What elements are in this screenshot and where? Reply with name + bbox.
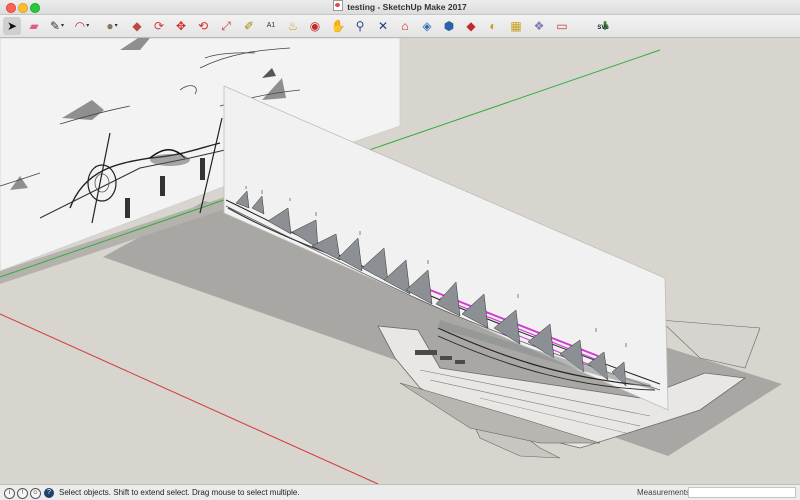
orbit-icon: ◉ — [309, 19, 321, 33]
model-scene[interactable] — [0, 38, 800, 484]
rotate-tool-button[interactable]: ⟲ — [194, 17, 212, 35]
document-icon — [333, 0, 344, 11]
line-tool-button[interactable]: ✎ ▾ — [48, 17, 66, 35]
geo-location-icon[interactable]: i — [4, 488, 15, 499]
push-pull-icon: ◆ — [132, 19, 142, 33]
measurements-input[interactable] — [688, 487, 796, 498]
tape-measure-tool-button[interactable]: ✐ — [240, 17, 258, 35]
offset-tool-button[interactable]: ⟳ — [150, 17, 168, 35]
circle-shape-icon: ● — [106, 19, 114, 33]
status-bar: i ! ☺ ? Select objects. Shift to extend … — [0, 484, 800, 500]
arc-tool-button[interactable]: ◠ ▾ — [73, 17, 91, 35]
sv6-label: SV6 — [597, 25, 609, 31]
pencil-icon: ✎ — [49, 19, 61, 33]
extension-warehouse-icon: ◆ — [466, 19, 476, 33]
eraser-tool-button[interactable]: ▰ — [25, 17, 43, 35]
get-models-button[interactable]: ⬢ — [440, 17, 458, 35]
zoom-extents-icon: ✕ — [377, 19, 389, 33]
hand-pan-icon: ✋ — [330, 19, 346, 33]
red-axis-line — [0, 313, 379, 484]
eraser-icon: ▰ — [29, 19, 39, 33]
sketchup-window: testing - SketchUp Make 2017 ➤ ▰ ✎ ▾ ◠ ▾ ● ▾ ◆ ⟳ ✥… — [0, 0, 800, 500]
arrow-cursor-icon: ➤ — [6, 19, 18, 33]
chevron-down-icon[interactable]: ▾ — [115, 17, 118, 35]
chevron-down-icon[interactable]: ▾ — [86, 17, 89, 35]
paint-bucket-icon: ♨ — [287, 19, 299, 33]
scale-icon: ⤢ — [221, 19, 231, 33]
share-model-icon: ◈ — [422, 19, 432, 33]
move-arrows-icon: ✥ — [175, 19, 187, 33]
layers-tool-button[interactable]: ▭ — [553, 17, 571, 35]
main-toolbar: ➤ ▰ ✎ ▾ ◠ ▾ ● ▾ ◆ ⟳ ✥ ⟲ ⤢ ✐ A1 ♨ ◉ ✋ ⚲ ✕ ⌂ ◈ ⬢ ◆ ◐ ▦ ❖ ▭ ⬇ SV6 — [0, 15, 800, 38]
sandbox-tool-button[interactable]: ◐ — [484, 17, 502, 35]
share-model-button[interactable]: ◈ — [418, 17, 436, 35]
status-text: Select objects. Shift to extend select. … — [59, 488, 300, 497]
orbit-tool-button[interactable]: ◉ — [306, 17, 324, 35]
warehouse-icon: ⌂ — [401, 19, 409, 33]
credits-icon[interactable]: ! — [17, 488, 28, 499]
model-viewport[interactable] — [0, 38, 800, 484]
offset-icon: ⟳ — [153, 19, 165, 33]
arc-icon: ◠ — [74, 19, 86, 33]
paint-bucket-tool-button[interactable]: ♨ — [284, 17, 302, 35]
styles-icon: ▦ — [510, 19, 522, 33]
select-tool-button[interactable]: ➤ — [3, 17, 21, 35]
zoom-tool-button[interactable]: ⚲ — [351, 17, 369, 35]
title-bar: testing - SketchUp Make 2017 — [0, 0, 800, 15]
window-title: testing - SketchUp Make 2017 — [347, 2, 467, 12]
text-label-icon: A1 — [266, 22, 276, 29]
extension-warehouse-button[interactable]: ◆ — [462, 17, 480, 35]
sandbox-icon: ◐ — [489, 19, 497, 33]
measurements-label: Measurements — [637, 488, 690, 497]
components-tool-button[interactable]: ❖ — [530, 17, 548, 35]
window-title-wrap: testing - SketchUp Make 2017 — [0, 0, 800, 14]
rotate-icon: ⟲ — [197, 19, 209, 33]
zoom-extents-tool-button[interactable]: ✕ — [374, 17, 392, 35]
help-icon[interactable]: ? — [44, 488, 54, 498]
components-icon: ❖ — [533, 19, 545, 33]
3d-warehouse-button[interactable]: ⌂ — [396, 17, 414, 35]
tape-measure-icon: ✐ — [243, 19, 255, 33]
styles-tool-button[interactable]: ▦ — [507, 17, 525, 35]
scale-tool-button[interactable]: ⤢ — [217, 17, 235, 35]
chevron-down-icon[interactable]: ▾ — [61, 17, 64, 35]
magnifier-zoom-icon: ⚲ — [355, 19, 365, 33]
user-account-icon[interactable]: ☺ — [30, 488, 41, 499]
get-models-icon: ⬢ — [443, 19, 455, 33]
push-pull-tool-button[interactable]: ◆ — [128, 17, 146, 35]
layers-icon: ▭ — [556, 19, 568, 33]
text-tool-button[interactable]: A1 — [262, 17, 280, 35]
move-tool-button[interactable]: ✥ — [172, 17, 190, 35]
shapes-tool-button[interactable]: ● ▾ — [103, 17, 121, 35]
pan-tool-button[interactable]: ✋ — [329, 17, 347, 35]
